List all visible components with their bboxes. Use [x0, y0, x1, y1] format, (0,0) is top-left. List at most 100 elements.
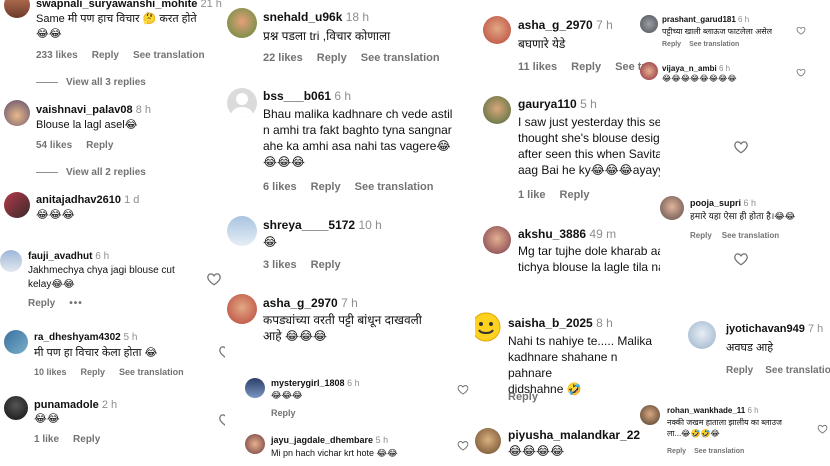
comment-text: 😂😂😂	[271, 390, 303, 400]
avatar[interactable]	[660, 196, 684, 220]
avatar[interactable]	[4, 100, 30, 126]
avatar[interactable]	[640, 405, 660, 425]
avatar[interactable]	[483, 96, 511, 124]
like-heart-icon[interactable]	[457, 440, 469, 451]
comment-username[interactable]: mysterygirl_1808 6 h	[271, 378, 360, 388]
avatar[interactable]	[227, 216, 257, 246]
likes-count[interactable]: 11 likes	[518, 61, 557, 73]
reply-button[interactable]: Reply	[271, 408, 296, 418]
see-translation-link[interactable]: See translatio	[765, 365, 830, 376]
comment-username[interactable]: jayu_jagdale_dhembare 5 h	[271, 435, 388, 445]
like-heart-icon[interactable]	[733, 140, 749, 154]
comment-text: प्रश्न पडला tri ,विचार कोणाला	[263, 29, 391, 43]
like-heart-icon[interactable]	[218, 413, 225, 427]
comment-username[interactable]: gaurya110 5 h	[518, 97, 597, 111]
see-translation-link[interactable]: See translation	[722, 231, 779, 240]
view-replies-button[interactable]: View all 2 replies	[36, 167, 146, 178]
avatar[interactable]	[245, 378, 265, 398]
likes-count[interactable]: 10 likes	[34, 367, 67, 377]
comment-username[interactable]: vaishnavi_palav08 8 h	[36, 104, 151, 116]
avatar[interactable]	[640, 62, 658, 80]
likes-count[interactable]: 1 like	[34, 434, 59, 445]
avatar[interactable]	[4, 396, 28, 420]
comment-text: मी पण हा विचार केला होता 😂	[34, 347, 158, 359]
likes-count[interactable]: 3 likes	[263, 259, 297, 271]
comment-actions: 10 likes Reply See translation	[34, 367, 198, 377]
comment-text: पट्टीच्या खाली ब्लाऊज फाटलेला असेल	[662, 27, 773, 36]
avatar[interactable]	[245, 434, 265, 454]
comment-actions: 22 likes Reply See translation	[263, 52, 454, 64]
reply-button[interactable]: Reply	[690, 231, 712, 240]
likes-count[interactable]: 54 likes	[36, 140, 72, 151]
avatar[interactable]	[688, 321, 716, 349]
comment-username[interactable]: vijaya_n_ambi 6 h	[662, 64, 730, 73]
like-heart-icon[interactable]	[817, 424, 828, 434]
like-heart-icon[interactable]	[206, 272, 222, 286]
reply-button[interactable]: Reply	[560, 189, 590, 201]
likes-count[interactable]: 1 like	[518, 189, 546, 201]
avatar[interactable]	[475, 428, 501, 454]
avatar[interactable]	[0, 250, 22, 272]
comment-username[interactable]: anitajadhav2610 1 d	[36, 194, 139, 206]
avatar[interactable]	[483, 16, 511, 44]
likes-count[interactable]: 6 likes	[263, 181, 297, 193]
reply-button[interactable]: Reply	[667, 448, 686, 455]
reply-button[interactable]: Reply	[317, 52, 347, 64]
more-options-button[interactable]: •••	[69, 298, 83, 309]
comment-username[interactable]: saisha_b_2025 8 h	[508, 316, 613, 330]
comment-username[interactable]: bss___b061 6 h	[263, 89, 351, 103]
see-translation-link[interactable]: See translation	[119, 367, 184, 377]
reply-button[interactable]: Reply	[662, 41, 681, 48]
see-translation-link[interactable]: See translation	[689, 41, 739, 48]
likes-count[interactable]: 22 likes	[263, 52, 303, 64]
avatar[interactable]	[4, 0, 30, 18]
like-heart-icon[interactable]	[218, 345, 225, 359]
comment-actions: 3 likes Reply	[263, 259, 355, 271]
smiley-avatar-icon[interactable]	[475, 312, 501, 342]
avatar[interactable]	[4, 192, 30, 218]
avatar[interactable]	[227, 88, 257, 118]
avatar[interactable]	[227, 294, 257, 324]
reply-button[interactable]: Reply	[508, 391, 538, 403]
reply-button[interactable]: Reply	[92, 50, 119, 61]
comment-actions: 54 likes Reply	[36, 140, 127, 151]
like-heart-icon[interactable]	[796, 68, 806, 77]
see-translation-link[interactable]: See translation	[694, 448, 744, 455]
reply-button[interactable]: Reply	[571, 61, 601, 73]
avatar[interactable]	[483, 226, 511, 254]
comment-username[interactable]: pooja_supri 6 h	[690, 198, 756, 208]
reply-button[interactable]: Reply	[311, 259, 341, 271]
comment-username[interactable]: asha_g_2970 7 h	[518, 18, 613, 32]
like-heart-icon[interactable]	[733, 252, 749, 266]
see-translation-link[interactable]: See translation	[361, 52, 440, 64]
see-translation-link[interactable]: See translation	[355, 181, 434, 193]
see-translation-link[interactable]: See translation	[133, 50, 205, 61]
reply-button[interactable]: Reply	[311, 181, 341, 193]
reply-button[interactable]: Reply	[73, 434, 100, 445]
avatar[interactable]	[4, 330, 28, 354]
comment-username[interactable]: fauji_avadhut 6 h	[28, 251, 109, 262]
comment-username[interactable]: akshu_3886 49 m	[518, 227, 616, 241]
reply-button[interactable]: Reply	[28, 298, 55, 309]
view-replies-button[interactable]: View all 3 replies	[36, 77, 146, 88]
comment-username[interactable]: punamadole 2 h	[34, 399, 117, 411]
comment-username[interactable]: asha_g_2970 7 h	[263, 296, 358, 310]
reply-button[interactable]: Reply	[726, 365, 753, 376]
reply-button[interactable]: Reply	[81, 367, 106, 377]
like-heart-icon[interactable]	[457, 384, 469, 395]
default-user-icon	[230, 93, 254, 118]
comment-username[interactable]: snehald_u96k 18 h	[263, 10, 369, 24]
comment-username[interactable]: swapnali_suryawanshi_mohite 21 h	[36, 0, 222, 10]
comment-username[interactable]: shreya____5172 10 h	[263, 218, 382, 232]
comment-username[interactable]: rohan_wankhade_11 6 h	[667, 406, 759, 415]
likes-count[interactable]: 233 likes	[36, 50, 78, 61]
comment-username[interactable]: piyusha_malandkar_22	[508, 428, 640, 442]
like-heart-icon[interactable]	[796, 26, 806, 35]
comments-panel-2: snehald_u96k 18 h प्रश्न पडला tri ,विचार…	[225, 0, 475, 466]
avatar[interactable]	[640, 15, 658, 33]
reply-button[interactable]: Reply	[86, 140, 113, 151]
comment-username[interactable]: ra_dheshyam4302 5 h	[34, 332, 137, 343]
comment-username[interactable]: prashant_garud181 6 h	[662, 15, 749, 24]
avatar[interactable]	[227, 8, 257, 38]
comment-username[interactable]: jyotichavan949 7 h	[726, 323, 823, 335]
